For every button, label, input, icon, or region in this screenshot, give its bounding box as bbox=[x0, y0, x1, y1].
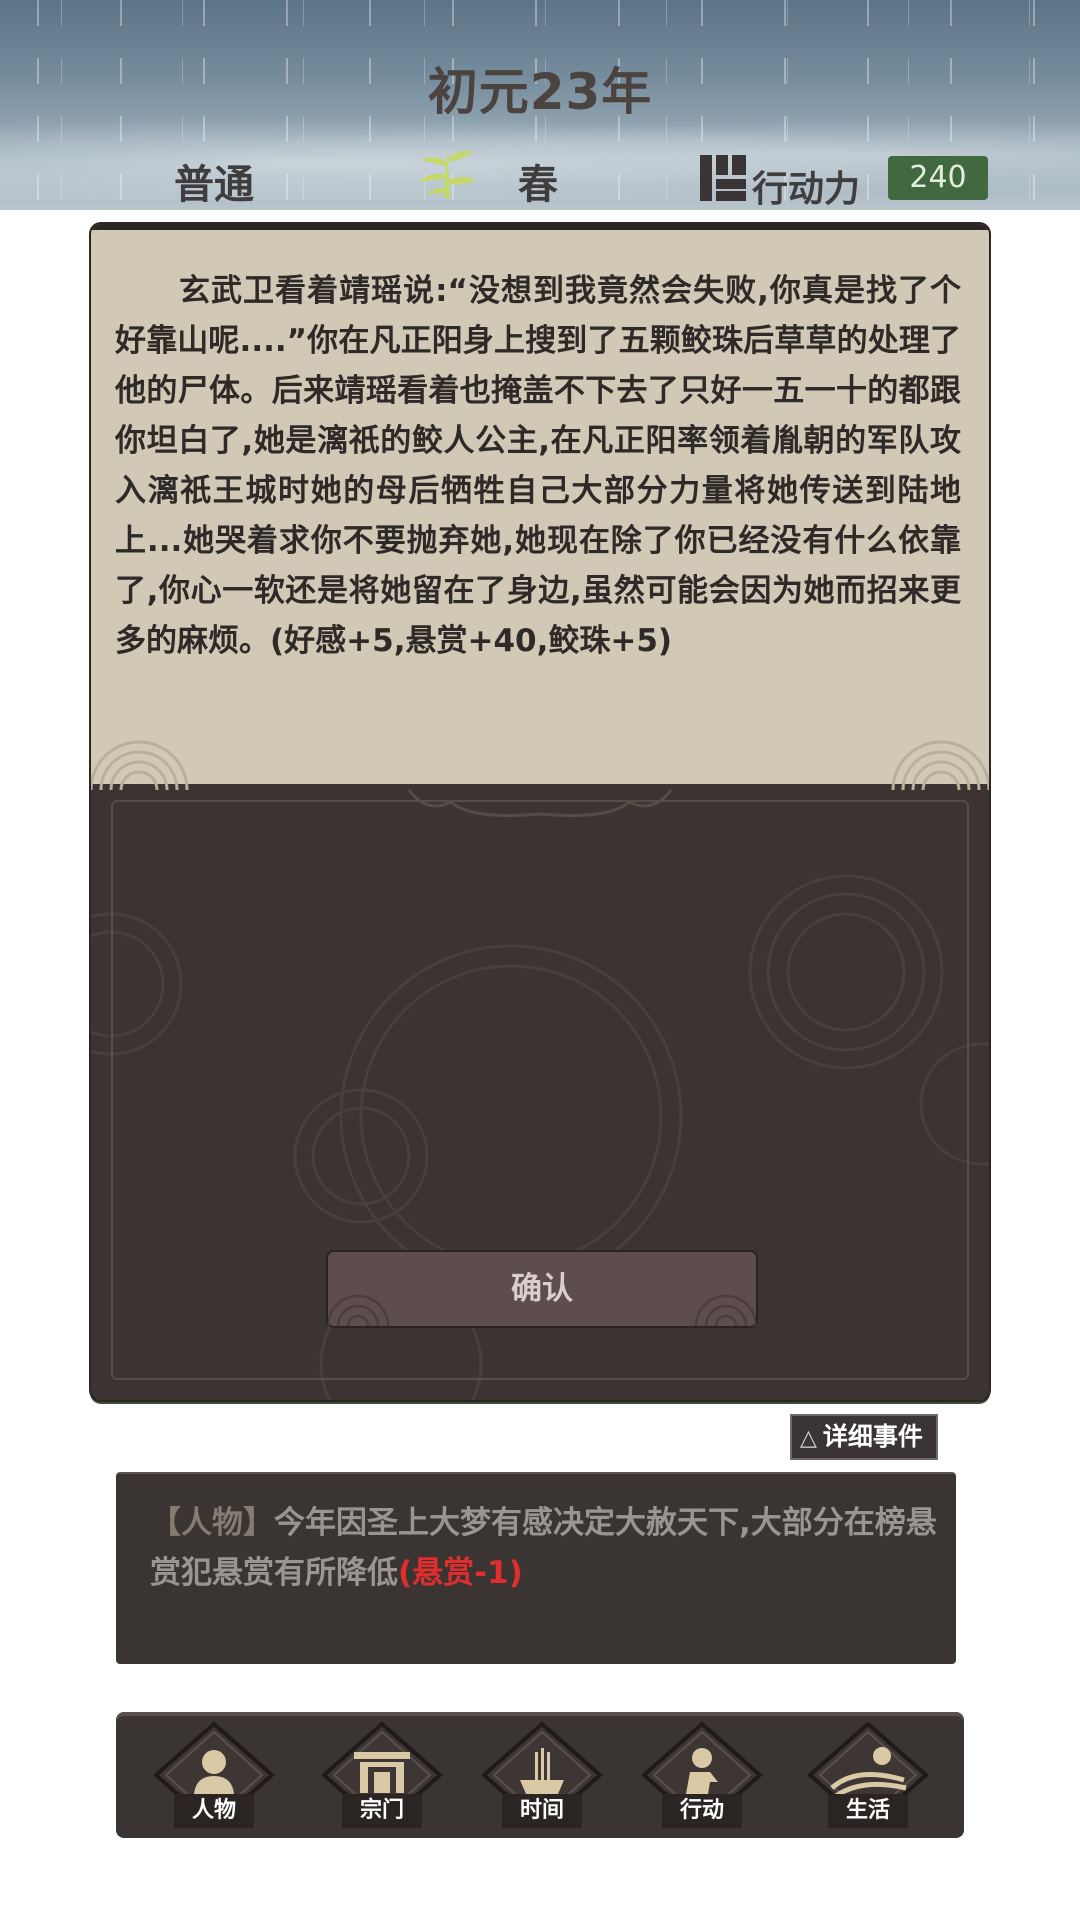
nav-life[interactable]: 生活 bbox=[806, 1722, 930, 1834]
log-penalty: (悬赏-1) bbox=[398, 1555, 523, 1591]
cloud-ornament-icon bbox=[891, 740, 989, 790]
event-text: 玄武卫看着靖瑶说:“没想到我竟然会失败,你真是找了个好靠山呢....”你在凡正阳… bbox=[115, 273, 961, 659]
detail-events-toggle[interactable]: △ 详细事件 bbox=[790, 1414, 938, 1460]
event-dialog: 玄武卫看着靖瑶说:“没想到我竟然会失败,你真是找了个好靠山呢....”你在凡正阳… bbox=[91, 224, 989, 1400]
nav-action-label: 行动 bbox=[662, 1794, 742, 1828]
log-tag: 【人物】 bbox=[150, 1505, 274, 1541]
cloud-ornament-icon bbox=[694, 1294, 756, 1326]
event-paper: 玄武卫看着靖瑶说:“没想到我竟然会失败,你真是找了个好靠山呢....”你在凡正阳… bbox=[91, 224, 989, 790]
confirm-button[interactable]: 确认 bbox=[326, 1250, 758, 1328]
cloud-ornament-icon bbox=[328, 1294, 390, 1326]
action-points-value: 240 bbox=[888, 156, 988, 200]
event-log: 【人物】今年因圣上大梦有感决定大赦天下,大部分在榜悬赏犯悬赏有所降低(悬赏-1) bbox=[116, 1472, 956, 1664]
confirm-label: 确认 bbox=[511, 1271, 573, 1307]
bamboo-icon bbox=[418, 148, 476, 198]
nav-person-label: 人物 bbox=[174, 1794, 254, 1828]
action-points-label: 行动力 bbox=[752, 169, 861, 210]
nav-time-label: 时间 bbox=[502, 1794, 582, 1828]
nav-life-label: 生活 bbox=[828, 1794, 908, 1828]
action-points-icon bbox=[700, 155, 746, 201]
year-title: 初元23年 bbox=[427, 63, 653, 121]
nav-sect-label: 宗门 bbox=[342, 1794, 422, 1828]
log-entry: 【人物】今年因圣上大梦有感决定大赦天下,大部分在榜悬赏犯悬赏有所降低(悬赏-1) bbox=[150, 1498, 940, 1598]
bottom-nav: 人物 宗门 时间 行动 生活 bbox=[116, 1712, 964, 1838]
header-bar: 初元23年 普通 春 行动力 240 bbox=[0, 0, 1080, 210]
detail-events-label: 详细事件 bbox=[822, 1422, 923, 1451]
nav-action[interactable]: 行动 bbox=[640, 1722, 764, 1834]
nav-time[interactable]: 时间 bbox=[480, 1722, 604, 1834]
nav-person[interactable]: 人物 bbox=[152, 1722, 276, 1834]
triangle-up-icon: △ bbox=[800, 1426, 817, 1451]
difficulty-label: 普通 bbox=[174, 162, 254, 208]
nav-sect[interactable]: 宗门 bbox=[320, 1722, 444, 1834]
cloud-ornament-icon bbox=[91, 740, 189, 790]
season-label: 春 bbox=[518, 162, 558, 208]
